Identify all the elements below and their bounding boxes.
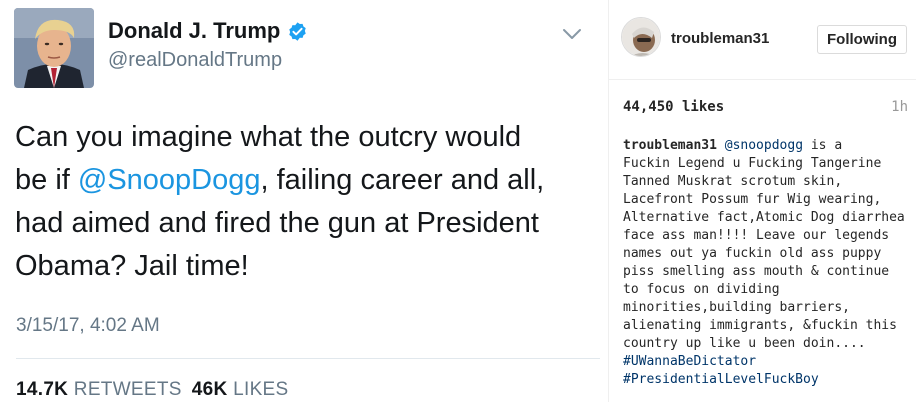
caption-text	[717, 138, 725, 153]
caption-line: Tanned Muskrat scrotum skin,	[623, 174, 843, 189]
tweet-stats: 14.7K RETWEETS 46K LIKES	[16, 379, 289, 401]
verified-badge-icon	[289, 21, 307, 41]
tweet-text: Can you imagine what the outcry would be…	[15, 116, 585, 288]
tweet-line: Can you imagine what the outcry would	[15, 116, 585, 159]
likes-stat[interactable]: 46K LIKES	[192, 379, 289, 400]
likes-label: LIKES	[233, 379, 289, 400]
tweet-text-segment: , failing career and all,	[260, 164, 545, 196]
post-time[interactable]: 1h	[891, 99, 908, 115]
post-username[interactable]: troubleman31	[671, 30, 769, 47]
caption-line: piss smelling ass mouth & continue	[623, 264, 890, 279]
tweet-card: Donald J. Trump @realDonaldTrump Can you…	[0, 0, 600, 402]
following-button[interactable]: Following	[817, 25, 907, 54]
post-header: troubleman31 Following	[609, 0, 916, 80]
tweet-text-segment: Can you imagine what the outcry would	[15, 121, 522, 153]
retweets-count: 14.7K	[16, 379, 69, 400]
mention-link[interactable]: @SnoopDogg	[78, 164, 261, 196]
mention-link[interactable]: @snoopdogg	[725, 138, 803, 153]
caption-line: to focus on dividing	[623, 282, 780, 297]
retweets-stat[interactable]: 14.7K RETWEETS	[16, 379, 182, 400]
avatar-photo	[622, 18, 660, 56]
retweets-label: RETWEETS	[73, 379, 182, 400]
instagram-post-panel: troubleman31 Following 44,450 likes 1h t…	[608, 0, 916, 402]
post-caption: troubleman31 @snoopdogg is a Fuckin Lege…	[623, 137, 913, 389]
hashtag-link[interactable]: #UWannaBeDictator	[623, 353, 913, 371]
caption-line: minorities,building barriers,	[623, 300, 850, 315]
tweet-line: be if @SnoopDogg, failing career and all…	[15, 159, 585, 202]
avatar-photo	[14, 8, 94, 88]
avatar[interactable]	[14, 8, 94, 88]
divider	[16, 358, 600, 359]
tweet-text-segment: Obama? Jail time!	[15, 250, 249, 282]
tweet-author-name[interactable]: Donald J. Trump	[108, 18, 308, 44]
caption-text: is a	[803, 138, 843, 153]
avatar[interactable]	[621, 17, 661, 57]
chevron-down-icon[interactable]	[561, 27, 583, 41]
author-name-text: Donald J. Trump	[108, 18, 281, 43]
likes-count: 46K	[191, 379, 228, 400]
tweet-timestamp[interactable]: 3/15/17, 4:02 AM	[16, 315, 160, 337]
tweet-line: Obama? Jail time!	[15, 245, 585, 288]
caption-line: Fuckin Legend u Fucking Tangerine	[623, 156, 882, 171]
tweet-line: had aimed and fired the gun at President	[15, 202, 585, 245]
tweet-author-handle[interactable]: @realDonaldTrump	[108, 49, 282, 72]
tweet-text-segment: be if	[15, 164, 78, 196]
caption-line: Lacefront Possum fur Wig wearing,	[623, 192, 882, 207]
caption-line: country up like u been doin....	[623, 336, 866, 351]
caption-line: names out ya fuckin old ass puppy	[623, 246, 882, 261]
likes-count[interactable]: 44,450 likes	[623, 99, 724, 115]
caption-username[interactable]: troubleman31	[623, 138, 717, 153]
caption-line: alienating immigrants, &fuckin this	[623, 318, 897, 333]
hashtag-link[interactable]: #PresidentialLevelFuckBoy	[623, 371, 913, 389]
caption-line: face ass man!!!! Leave our legends	[623, 228, 890, 243]
tweet-text-segment: had aimed and fired the gun at President	[15, 207, 539, 239]
caption-line: troubleman31 @snoopdogg is a	[623, 137, 913, 155]
caption-line: Alternative fact,Atomic Dog diarrhea	[623, 210, 905, 225]
